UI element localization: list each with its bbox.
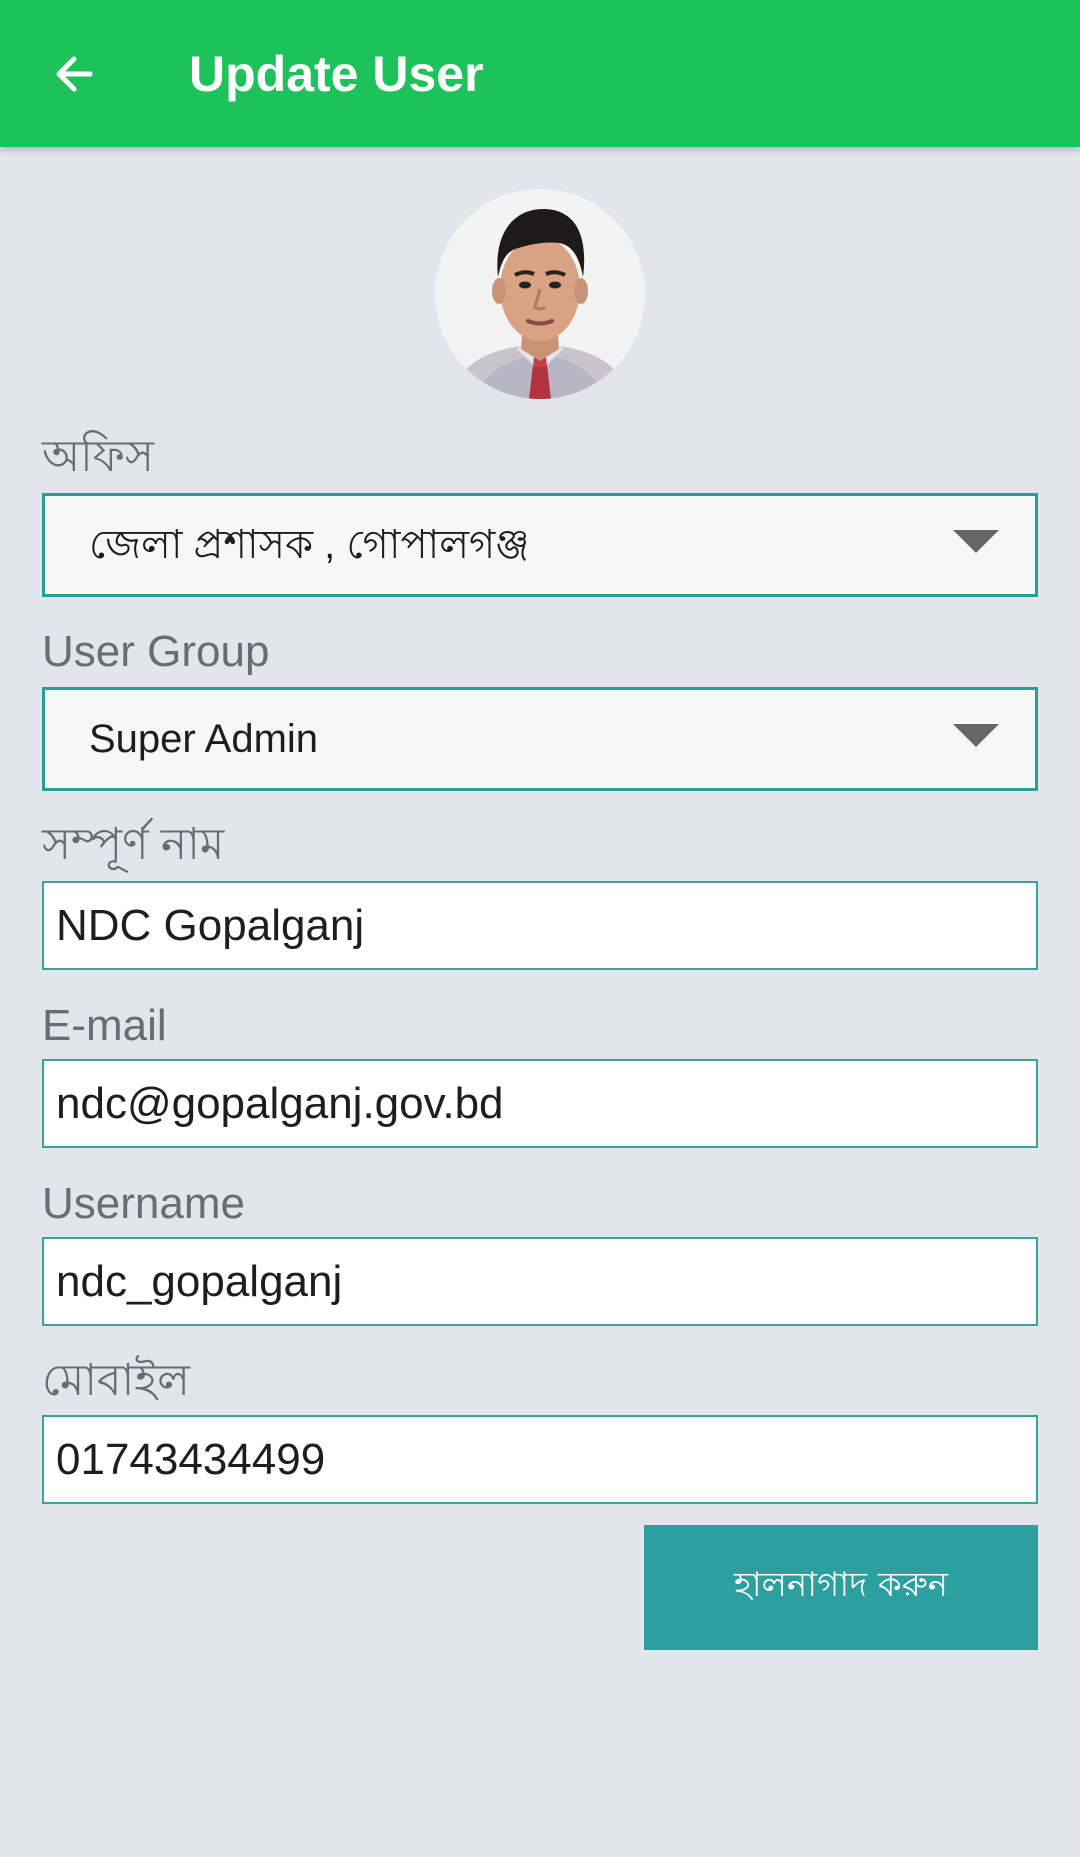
mobile-input[interactable]: 01743434499	[42, 1415, 1038, 1504]
username-input[interactable]: ndc_gopalganj	[42, 1237, 1038, 1326]
user-group-dropdown[interactable]: Super Admin	[42, 687, 1038, 791]
back-button[interactable]	[40, 40, 108, 108]
mobile-label: মোবাইল	[42, 1356, 190, 1405]
full-name-input[interactable]: NDC Gopalganj	[42, 881, 1038, 970]
page-title: Update User	[189, 46, 484, 102]
update-button[interactable]: হালনাগাদ করুন	[644, 1525, 1038, 1650]
app-bar: Update User	[0, 0, 1080, 147]
arrow-left-icon	[56, 56, 93, 92]
caret-down-icon	[953, 724, 999, 747]
caret-down-icon	[953, 530, 999, 553]
user-group-label: User Group	[42, 627, 270, 676]
email-input[interactable]: ndc@gopalganj.gov.bd	[42, 1059, 1038, 1148]
email-label: E-mail	[42, 1001, 167, 1050]
office-selected-value: জেলা প্রশাসক , গোপালগঞ্জ	[89, 523, 530, 567]
user-group-selected-value: Super Admin	[89, 717, 319, 761]
office-label: অফিস	[42, 432, 154, 481]
user-photo-icon	[435, 189, 645, 399]
username-label: Username	[42, 1179, 245, 1228]
full-name-label: সম্পূর্ণ নাম	[42, 820, 225, 869]
office-dropdown[interactable]: জেলা প্রশাসক , গোপালগঞ্জ	[42, 493, 1038, 597]
avatar[interactable]	[435, 189, 645, 399]
